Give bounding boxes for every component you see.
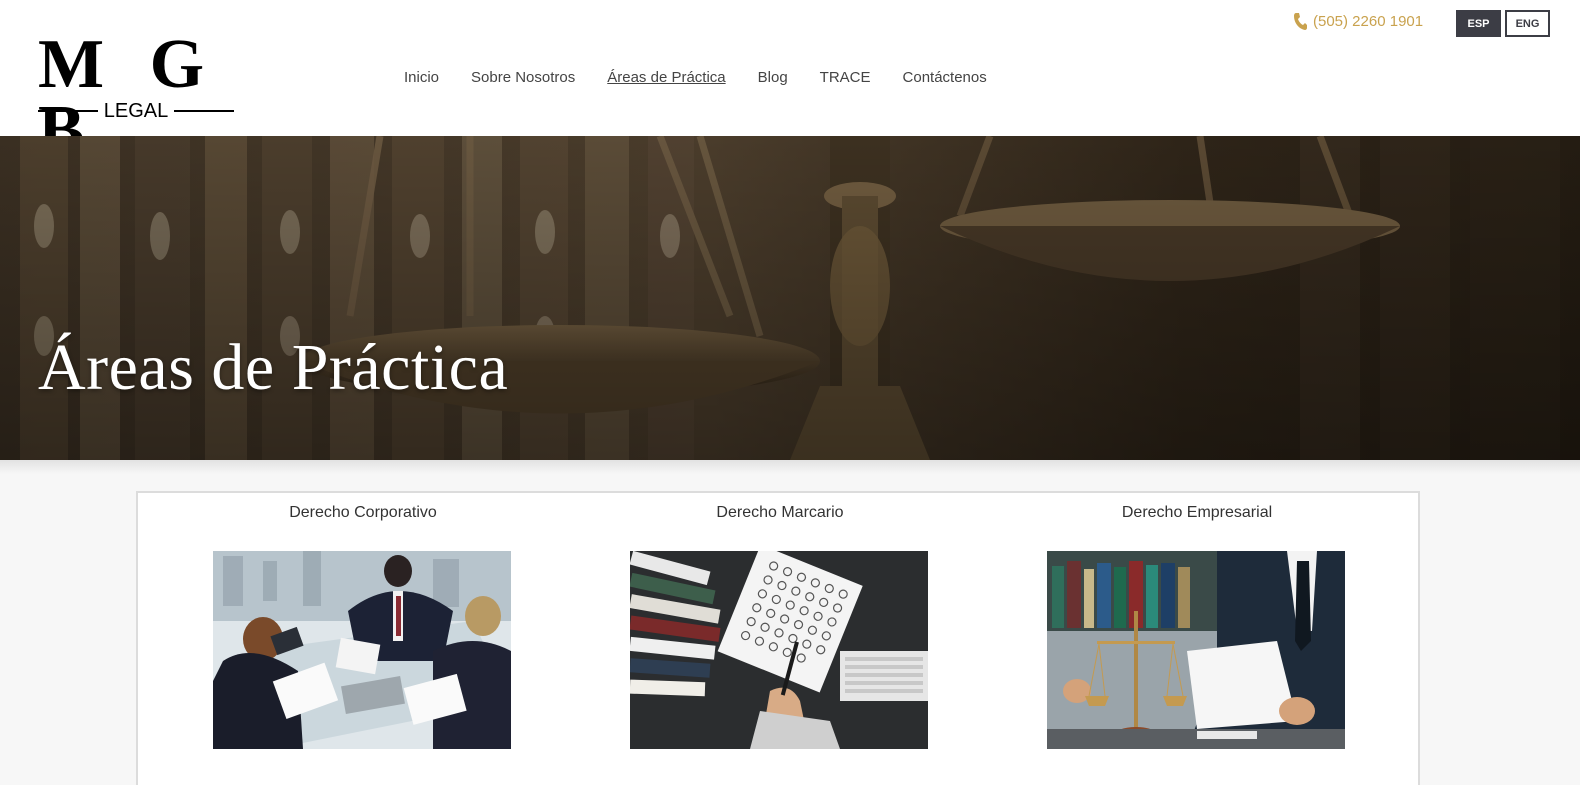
nav-item-trace[interactable]: TRACE: [820, 68, 871, 88]
scales-of-justice-background: [0, 136, 1580, 460]
language-eng-button[interactable]: ENG: [1505, 10, 1550, 37]
area-title[interactable]: Derecho Marcario: [630, 503, 930, 523]
hero-shadow: [0, 460, 1580, 474]
nav-item-contactenos[interactable]: Contáctenos: [903, 68, 987, 88]
lawyer-scales-illustration: [1047, 551, 1345, 749]
business-meeting-illustration: [213, 551, 511, 749]
practice-areas-card: Derecho Corporativo Derecho Marcario Der…: [136, 491, 1420, 785]
logo-legal-text: LEGAL: [103, 100, 169, 122]
trademark-documents-image[interactable]: [630, 551, 928, 749]
nav-item-blog[interactable]: Blog: [758, 68, 788, 88]
scales-of-justice-desk-image[interactable]: [1047, 551, 1345, 749]
nav-item-sobre-nosotros[interactable]: Sobre Nosotros: [471, 68, 575, 88]
language-esp-button[interactable]: ESP: [1456, 10, 1501, 37]
area-title[interactable]: Derecho Corporativo: [213, 503, 513, 523]
nav-item-inicio[interactable]: Inicio: [404, 68, 439, 88]
nav-item-areas-de-practica[interactable]: Áreas de Práctica: [607, 68, 725, 88]
site-header: M G B LEGAL Inicio Sobre Nosotros Áreas …: [0, 0, 1580, 166]
page-title: Áreas de Práctica: [38, 331, 509, 404]
phone-icon: [1294, 13, 1307, 30]
mgb-legal-logo[interactable]: M G B LEGAL: [38, 30, 235, 166]
logo-legal-row: LEGAL: [38, 100, 235, 122]
main-nav: Inicio Sobre Nosotros Áreas de Práctica …: [404, 68, 1019, 88]
phone-number: (505) 2260 1901: [1313, 12, 1424, 30]
area-title[interactable]: Derecho Empresarial: [1047, 503, 1347, 523]
logo-rule-left: [38, 110, 98, 112]
phone-link[interactable]: (505) 2260 1901: [1293, 12, 1423, 30]
hero-banner: Áreas de Práctica: [0, 136, 1580, 460]
trademark-documents-illustration: [630, 551, 928, 749]
logo-rule-right: [174, 110, 235, 112]
business-meeting-image[interactable]: [213, 551, 511, 749]
